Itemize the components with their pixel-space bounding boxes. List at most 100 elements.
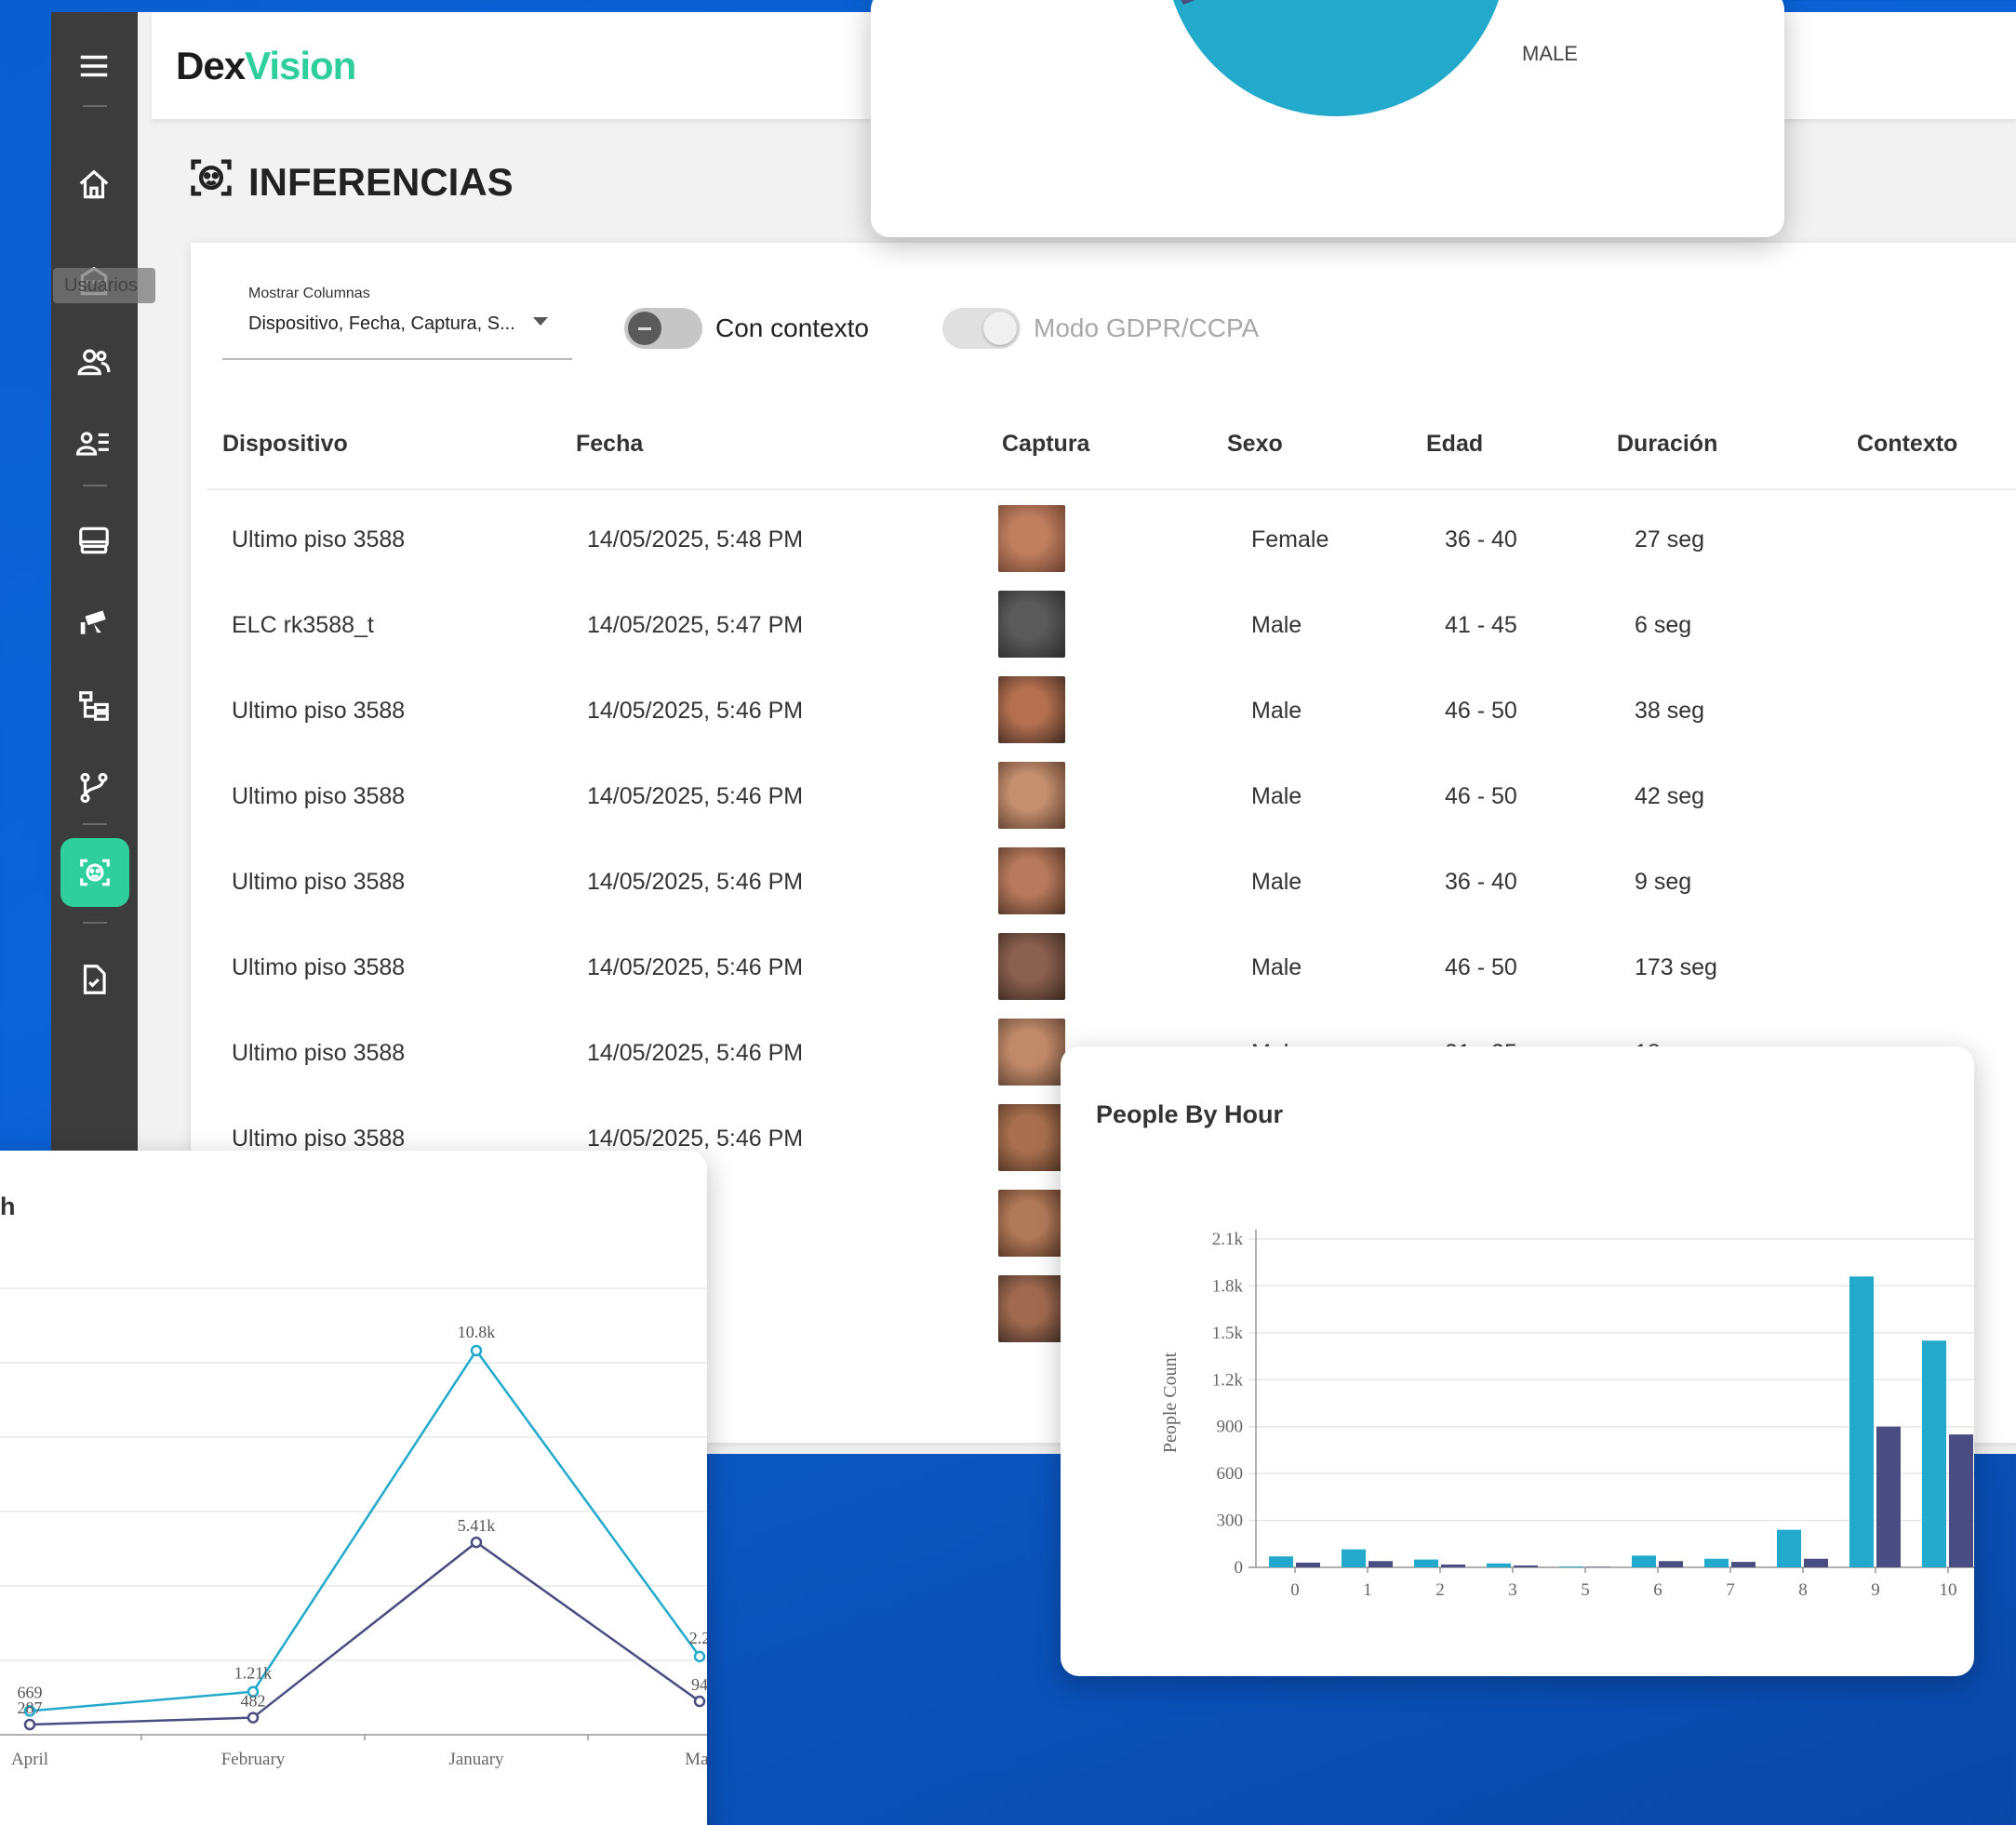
branch-icon[interactable] bbox=[68, 762, 120, 814]
data-label: 94 bbox=[691, 1675, 707, 1694]
cell-device: Ultimo piso 3588 bbox=[232, 954, 406, 980]
x-tick-label: Mar bbox=[685, 1750, 707, 1769]
capture-thumbnail[interactable] bbox=[998, 847, 1065, 914]
pie-label-male: MALE bbox=[1522, 42, 1578, 65]
cell-sex: Male bbox=[1251, 612, 1302, 638]
brand-logo[interactable]: DexVision bbox=[176, 44, 356, 88]
column-header[interactable]: Sexo bbox=[1227, 431, 1283, 458]
bar bbox=[1777, 1529, 1801, 1567]
capture-thumbnail[interactable] bbox=[998, 676, 1065, 743]
y-tick-label: 900 bbox=[1217, 1418, 1244, 1437]
bar bbox=[1559, 1566, 1583, 1567]
bar bbox=[1296, 1562, 1320, 1567]
capture-thumbnail[interactable] bbox=[998, 591, 1065, 658]
cell-age: 46 - 50 bbox=[1445, 698, 1517, 724]
y-tick-label: 1.8k bbox=[1212, 1276, 1244, 1296]
cell-date: 14/05/2025, 5:46 PM bbox=[587, 1040, 804, 1066]
bar bbox=[1731, 1562, 1756, 1567]
report-icon[interactable] bbox=[68, 953, 120, 1006]
bar bbox=[1922, 1340, 1946, 1567]
y-axis-label: People Count bbox=[1160, 1352, 1181, 1453]
gender-pie-chart: MALE bbox=[1173, 0, 1578, 116]
data-label: 482 bbox=[241, 1692, 266, 1711]
toggle-track[interactable] bbox=[624, 308, 702, 349]
bar bbox=[1876, 1426, 1901, 1567]
x-tick-label: 0 bbox=[1290, 1580, 1300, 1600]
capture-thumbnail[interactable] bbox=[998, 1104, 1065, 1171]
column-header[interactable]: Captura bbox=[1002, 431, 1089, 458]
cell-device: Ultimo piso 3588 bbox=[232, 869, 406, 895]
y-tick-label: 0 bbox=[1235, 1558, 1244, 1578]
monthly-line-card: h 669 1.21k 10.8k 2.2 287 482 5.41k 94 April Febr… bbox=[0, 1151, 707, 1825]
user-list-icon[interactable] bbox=[68, 418, 120, 470]
home-icon[interactable] bbox=[68, 159, 120, 211]
cell-age: 36 - 40 bbox=[1445, 869, 1517, 895]
face-scan-icon[interactable] bbox=[60, 838, 129, 907]
capture-thumbnail[interactable] bbox=[998, 1190, 1065, 1257]
table-row[interactable]: Ultimo piso 3588 14/05/2025, 5:48 PM Femal… bbox=[207, 498, 2016, 583]
context-toggle[interactable]: Con contexto bbox=[624, 308, 869, 349]
sidebar-divider bbox=[83, 823, 107, 825]
y-tick-label: 600 bbox=[1217, 1464, 1244, 1484]
cell-device: Ultimo piso 3588 bbox=[232, 1126, 406, 1152]
device-icon[interactable] bbox=[68, 514, 120, 566]
column-select[interactable]: Mostrar Columnas Dispositivo, Fecha, Cap… bbox=[222, 286, 572, 360]
menu-icon[interactable] bbox=[68, 40, 120, 92]
bar bbox=[1659, 1561, 1683, 1567]
capture-thumbnail[interactable] bbox=[998, 1275, 1065, 1342]
x-tick-label: 6 bbox=[1653, 1580, 1662, 1600]
column-header[interactable]: Fecha bbox=[576, 431, 643, 458]
x-tick-label: January bbox=[448, 1750, 504, 1769]
cell-duration: 38 seg bbox=[1635, 698, 1705, 724]
capture-thumbnail[interactable] bbox=[998, 505, 1065, 572]
table-row[interactable]: Ultimo piso 3588 14/05/2025, 5:46 PM Male 4… bbox=[207, 754, 2016, 840]
sidebar-tooltip: Usuarios bbox=[53, 268, 155, 303]
data-point bbox=[247, 1712, 260, 1724]
capture-thumbnail[interactable] bbox=[998, 762, 1065, 829]
bar bbox=[1269, 1556, 1293, 1567]
gdpr-toggle-label: Modo GDPR/CCPA bbox=[1034, 313, 1260, 342]
sidebar-divider bbox=[83, 922, 107, 924]
data-label: 1.21k bbox=[234, 1664, 273, 1683]
toggle-knob bbox=[628, 312, 661, 345]
bar bbox=[1949, 1434, 1973, 1567]
column-header[interactable]: Duración bbox=[1617, 431, 1717, 458]
x-tick-label: 5 bbox=[1581, 1580, 1590, 1600]
hierarchy-icon[interactable] bbox=[68, 680, 120, 732]
toggle-track[interactable] bbox=[942, 308, 1021, 349]
bar bbox=[1514, 1565, 1538, 1567]
cell-sex: Female bbox=[1251, 526, 1329, 553]
bar bbox=[1487, 1563, 1511, 1567]
x-tick-label: 3 bbox=[1508, 1580, 1517, 1600]
camera-icon[interactable] bbox=[68, 596, 120, 648]
cell-device: ELC rk3588_t bbox=[232, 612, 374, 638]
users-icon[interactable] bbox=[68, 336, 120, 388]
column-header[interactable]: Edad bbox=[1426, 431, 1483, 458]
data-label: 10.8k bbox=[458, 1323, 496, 1341]
data-label: 5.41k bbox=[458, 1516, 496, 1535]
pie-slice-male bbox=[1173, 0, 1499, 116]
table-row[interactable]: Ultimo piso 3588 14/05/2025, 5:46 PM Male 4… bbox=[207, 926, 2016, 1011]
table-row[interactable]: Ultimo piso 3588 14/05/2025, 5:46 PM Male 4… bbox=[207, 669, 2016, 754]
data-point bbox=[693, 1695, 706, 1708]
bar bbox=[1704, 1558, 1729, 1567]
bar bbox=[1441, 1564, 1465, 1567]
capture-thumbnail[interactable] bbox=[998, 1019, 1065, 1086]
cell-age: 36 - 40 bbox=[1445, 526, 1517, 553]
bar bbox=[1632, 1555, 1656, 1567]
column-select-label: Mostrar Columnas bbox=[248, 286, 370, 301]
column-header[interactable]: Dispositivo bbox=[222, 431, 348, 458]
people-by-hour-chart: 0 300 600 900 1.2k 1.5k 1.8k 2.1k People Count 0 1… bbox=[1160, 1230, 1974, 1600]
y-tick-label: 2.1k bbox=[1212, 1230, 1244, 1249]
cell-age: 41 - 45 bbox=[1445, 612, 1517, 638]
column-header[interactable]: Contexto bbox=[1857, 431, 1957, 458]
capture-thumbnail[interactable] bbox=[998, 933, 1065, 1000]
cell-age: 46 - 50 bbox=[1445, 783, 1517, 809]
page-title-text: INFERENCIAS bbox=[248, 160, 514, 204]
table-row[interactable]: Ultimo piso 3588 14/05/2025, 5:46 PM Male 3… bbox=[207, 840, 2016, 926]
gdpr-toggle[interactable]: Modo GDPR/CCPA bbox=[942, 308, 1259, 349]
cell-date: 14/05/2025, 5:46 PM bbox=[587, 1126, 804, 1152]
bar bbox=[1368, 1561, 1393, 1567]
table-row[interactable]: ELC rk3588_t 14/05/2025, 5:47 PM Male 41 - … bbox=[207, 583, 2016, 669]
x-tick-label: 10 bbox=[1940, 1580, 1957, 1600]
